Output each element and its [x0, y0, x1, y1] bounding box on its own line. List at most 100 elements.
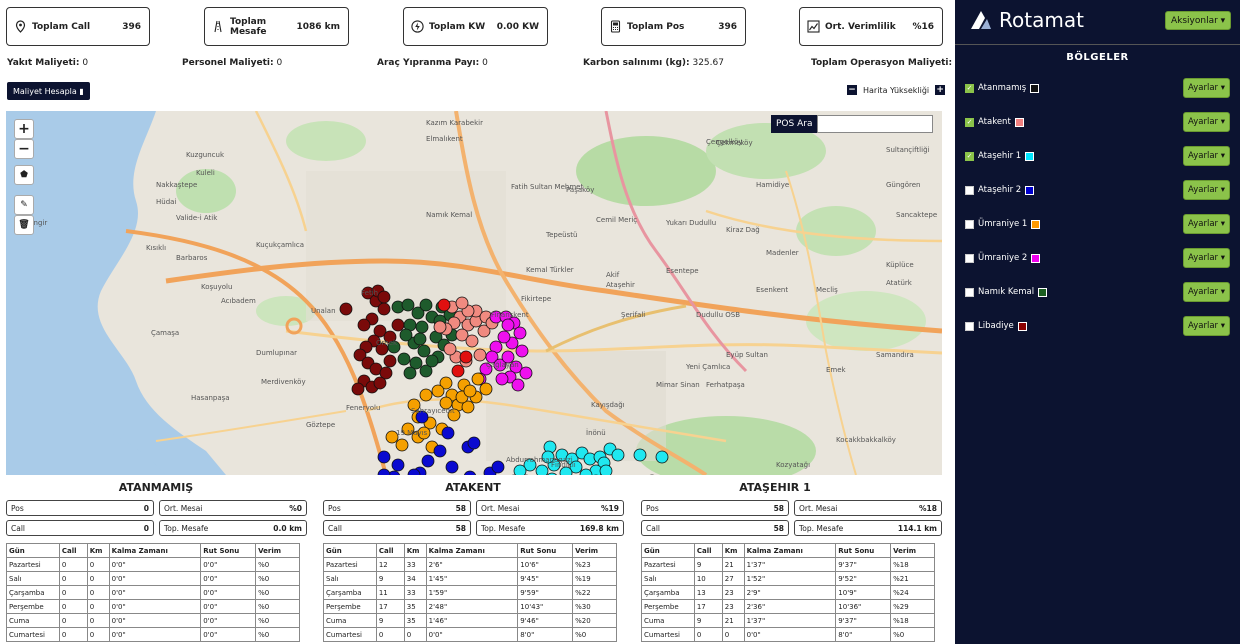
- table-cell: 1'45": [425, 571, 519, 586]
- pos-marker-magenta[interactable]: [495, 372, 509, 386]
- pos-marker-darkgreen[interactable]: [419, 298, 433, 312]
- pos-marker-darkgreen[interactable]: [403, 366, 417, 380]
- region-settings-button[interactable]: Ayarlar ▾: [1182, 282, 1230, 302]
- region-settings-button[interactable]: Ayarlar ▾: [1182, 180, 1230, 200]
- region-checkbox[interactable]: [965, 253, 974, 263]
- table-header-cell: Call: [58, 543, 88, 558]
- region-checkbox[interactable]: ✓: [965, 83, 974, 93]
- table-row: Cuma 0 0 0'0" 0'0" %0: [6, 613, 300, 628]
- region-settings-button[interactable]: Ayarlar ▾: [1182, 112, 1230, 132]
- pos-marker-blue[interactable]: [491, 460, 505, 474]
- stat-total-distance: Top. Mesafe 169.8 km: [476, 520, 624, 536]
- region-schedule-table: Gün Call Km Kalma Zamanı Rut Sonu Verim Pazart…: [641, 543, 935, 642]
- map-place-label: Nakkaştepe: [156, 181, 198, 189]
- pos-marker-magenta[interactable]: [513, 326, 527, 340]
- delete-layers-icon[interactable]: 🗑: [14, 215, 34, 235]
- table-row: Cumartesi 0 0 0'0" 8'0" %0: [323, 627, 617, 642]
- pos-marker-orange[interactable]: [419, 388, 433, 402]
- pos-marker-blue[interactable]: [441, 426, 455, 440]
- pos-marker-cyan[interactable]: [513, 464, 527, 475]
- region-panel-title: ATAŞEHIR 1: [739, 481, 811, 494]
- map-place-label: Madenler: [766, 249, 799, 257]
- pos-marker-darkgreen[interactable]: [413, 332, 427, 346]
- pos-marker-darkgreen[interactable]: [417, 344, 431, 358]
- card-value: 0.00 KW: [496, 21, 539, 32]
- pos-marker-salmon[interactable]: [433, 320, 447, 334]
- zoom-in-button[interactable]: +: [14, 119, 34, 139]
- pos-marker-magenta[interactable]: [497, 330, 511, 344]
- pos-marker-orange[interactable]: [463, 384, 477, 398]
- region-settings-button[interactable]: Ayarlar ▾: [1182, 78, 1230, 98]
- region-checkbox[interactable]: [965, 185, 974, 195]
- pos-marker-red[interactable]: [451, 364, 465, 378]
- pos-marker-cyan[interactable]: [611, 448, 625, 462]
- pos-marker-magenta[interactable]: [501, 318, 515, 332]
- table-cell: 9: [375, 571, 405, 586]
- pos-marker-magenta[interactable]: [511, 378, 525, 392]
- pos-marker-darkgreen[interactable]: [397, 352, 411, 366]
- map-place-label: Feneryolu: [346, 404, 381, 412]
- pos-marker-blue[interactable]: [391, 458, 405, 472]
- table-cell: Çarşamba: [6, 585, 60, 600]
- pos-marker-red[interactable]: [459, 350, 473, 364]
- region-checkbox[interactable]: [965, 287, 974, 297]
- pos-marker-blue[interactable]: [463, 470, 477, 475]
- pos-marker-darkred[interactable]: [357, 318, 371, 332]
- pos-marker-darkgreen[interactable]: [415, 320, 429, 334]
- map-height-increase-button[interactable]: +: [935, 85, 946, 95]
- region-settings-button[interactable]: Ayarlar ▾: [1182, 146, 1230, 166]
- pos-marker-darkred[interactable]: [339, 302, 353, 316]
- region-checkbox[interactable]: [965, 219, 974, 229]
- pos-search-input[interactable]: [817, 115, 934, 133]
- table-row: Çarşamba 13 23 2'9" 10'9" %24: [641, 585, 935, 600]
- pos-marker-darkred[interactable]: [377, 290, 391, 304]
- map-view[interactable]: CihangirKazım KarabekirElmalıkentKuzgunc…: [6, 111, 942, 475]
- region-color-swatch: [1031, 253, 1041, 263]
- pos-marker-salmon[interactable]: [443, 342, 457, 356]
- pos-marker-darkred[interactable]: [373, 376, 387, 390]
- pos-marker-darkgreen[interactable]: [399, 328, 413, 342]
- pos-marker-blue[interactable]: [421, 454, 435, 468]
- region-checkbox[interactable]: ✓: [965, 151, 974, 161]
- actions-dropdown-button[interactable]: Aksiyonlar ▾: [1165, 11, 1232, 30]
- pos-marker-darkgreen[interactable]: [425, 354, 439, 368]
- pos-marker-salmon[interactable]: [473, 348, 487, 362]
- region-settings-button[interactable]: Ayarlar ▾: [1182, 316, 1230, 336]
- pos-marker-blue[interactable]: [433, 444, 447, 458]
- map-place-label: Eyüp Sultan: [726, 351, 768, 359]
- pos-marker-orange[interactable]: [395, 438, 409, 452]
- draw-polygon-icon[interactable]: ⬟: [14, 165, 34, 185]
- map-height-decrease-button[interactable]: −: [847, 85, 857, 95]
- pos-marker-orange[interactable]: [479, 382, 493, 396]
- region-settings-button[interactable]: Ayarlar ▾: [1182, 248, 1230, 268]
- pos-marker-cyan[interactable]: [633, 448, 647, 462]
- pos-marker-salmon[interactable]: [455, 296, 469, 310]
- zoom-out-button[interactable]: −: [14, 139, 34, 159]
- pos-marker-cyan[interactable]: [599, 464, 613, 475]
- pos-marker-darkred[interactable]: [391, 318, 405, 332]
- region-checkbox[interactable]: ✓: [965, 117, 974, 127]
- pos-marker-blue[interactable]: [377, 450, 391, 464]
- region-checkbox[interactable]: [965, 321, 974, 331]
- region-settings-button[interactable]: Ayarlar ▾: [1182, 214, 1230, 234]
- pos-marker-orange[interactable]: [431, 384, 445, 398]
- pos-marker-magenta[interactable]: [515, 344, 529, 358]
- table-header-cell: Verim: [890, 543, 935, 558]
- pos-marker-orange[interactable]: [471, 372, 485, 386]
- pos-marker-blue[interactable]: [377, 468, 391, 475]
- calculate-cost-button[interactable]: Maliyet Hesapla ▮: [7, 82, 90, 100]
- pos-marker-darkred[interactable]: [351, 382, 365, 396]
- pos-marker-magenta[interactable]: [519, 366, 533, 380]
- pos-marker-blue[interactable]: [445, 460, 459, 474]
- region-name: Ataşehir 2: [978, 185, 1022, 195]
- pos-marker-red[interactable]: [437, 298, 451, 312]
- pos-marker-darkred[interactable]: [383, 354, 397, 368]
- pos-marker-cyan[interactable]: [535, 464, 549, 475]
- table-header-cell: Gün: [641, 543, 695, 558]
- pos-marker-cyan[interactable]: [655, 450, 669, 464]
- pos-marker-darkred[interactable]: [377, 302, 391, 316]
- pos-marker-blue[interactable]: [467, 436, 481, 450]
- pos-marker-darkgreen[interactable]: [401, 298, 415, 312]
- edit-layers-icon[interactable]: ✎: [14, 195, 34, 215]
- pos-marker-salmon[interactable]: [465, 334, 479, 348]
